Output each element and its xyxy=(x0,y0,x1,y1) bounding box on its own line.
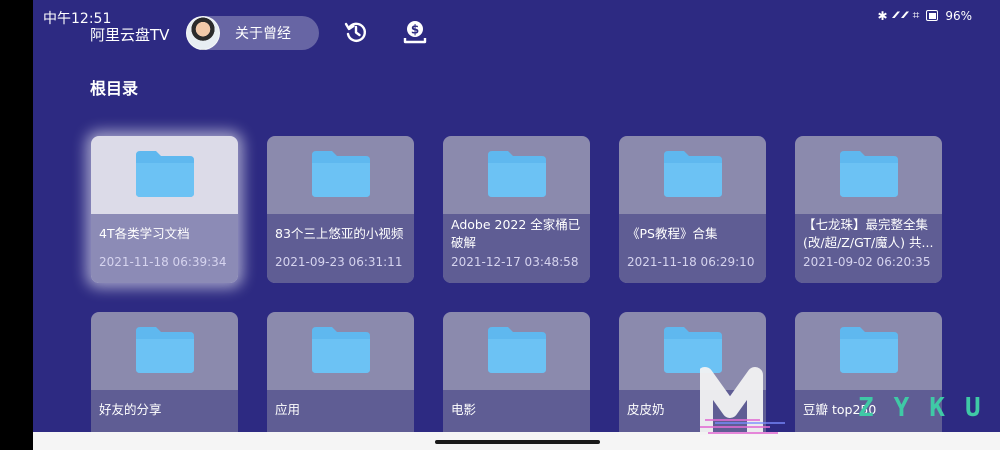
folder-name: 83个三上悠亚的小视频 xyxy=(275,226,404,241)
folder-name: 《PS教程》合集 xyxy=(627,226,718,241)
watermark-text: ZYKU xyxy=(858,393,1000,423)
folder-name: 应用 xyxy=(275,402,301,417)
vibrate-icon: ⌗ xyxy=(912,8,920,22)
folder-icon xyxy=(136,327,194,373)
folder-date: 2021-11-18 06:29:10 xyxy=(627,255,755,269)
folder-card[interactable]: 电影 xyxy=(443,312,590,432)
folder-thumbnail xyxy=(443,136,590,214)
section-title: 根目录 xyxy=(90,79,139,98)
folder-card[interactable]: 4T各类学习文档 2021-11-18 06:39:34 xyxy=(91,136,238,283)
folder-name: 4T各类学习文档 xyxy=(99,226,190,241)
signal-icon: ⁄⁄⁄⁄ xyxy=(894,10,898,21)
folder-thumbnail xyxy=(267,312,414,390)
folder-thumbnail xyxy=(443,312,590,390)
folder-thumbnail xyxy=(795,136,942,214)
folder-card[interactable]: 83个三上悠亚的小视频 2021-09-23 06:31:11 xyxy=(267,136,414,283)
home-indicator[interactable] xyxy=(435,440,600,444)
profile-button[interactable]: 关于曾经 xyxy=(186,16,319,50)
folder-icon xyxy=(488,327,546,373)
folder-info: 4T各类学习文档 2021-11-18 06:39:34 xyxy=(91,214,238,283)
folder-name: 电影 xyxy=(451,402,477,417)
folder-card[interactable]: 【七龙珠】最完整全集(改/超/Z/GT/魔人) 共... 2021-09-02 0… xyxy=(795,136,942,283)
folder-info: 【七龙珠】最完整全集(改/超/Z/GT/魔人) 共... 2021-09-02 0… xyxy=(795,214,942,283)
folder-icon xyxy=(664,151,722,197)
folder-icon xyxy=(136,151,194,197)
download-icon[interactable]: $ xyxy=(402,19,428,45)
folder-thumbnail xyxy=(619,136,766,214)
folder-card[interactable]: 《PS教程》合集 2021-11-18 06:29:10 xyxy=(619,136,766,283)
folder-card[interactable]: 应用 xyxy=(267,312,414,432)
folder-info: 电影 xyxy=(443,390,590,432)
folder-name: Adobe 2022 全家桶已破解 xyxy=(451,217,581,250)
folder-icon xyxy=(840,151,898,197)
folder-card[interactable]: Adobe 2022 全家桶已破解 2021-12-17 03:48:58 xyxy=(443,136,590,283)
status-bar-icons: ✱ ⁄⁄⁄⁄ ⁄⁄⁄⁄ ⌗ 96% xyxy=(877,8,972,23)
battery-percent: 96% xyxy=(945,8,972,23)
folder-date: 2021-11-18 06:39:34 xyxy=(99,255,227,269)
signal-icon-2: ⁄⁄⁄⁄ xyxy=(903,10,907,21)
folder-info: 《PS教程》合集 2021-11-18 06:29:10 xyxy=(619,214,766,283)
folder-icon xyxy=(312,151,370,197)
folder-info: 应用 xyxy=(267,390,414,432)
folder-thumbnail xyxy=(267,136,414,214)
app-title: 阿里云盘TV xyxy=(90,26,170,44)
folder-name: 【七龙珠】最完整全集(改/超/Z/GT/魔人) 共... xyxy=(803,217,934,250)
folder-info: 好友的分享 xyxy=(91,390,238,432)
folder-info: 83个三上悠亚的小视频 2021-09-23 06:31:11 xyxy=(267,214,414,283)
folder-date: 2021-09-23 06:31:11 xyxy=(275,255,403,269)
bluetooth-icon: ✱ xyxy=(877,8,888,23)
history-icon[interactable] xyxy=(343,19,369,45)
folder-icon xyxy=(488,151,546,197)
folder-icon xyxy=(312,327,370,373)
folder-thumbnail xyxy=(91,136,238,214)
folder-card[interactable]: 好友的分享 xyxy=(91,312,238,432)
folder-date: 2021-12-17 03:48:58 xyxy=(451,255,579,269)
profile-name: 关于曾经 xyxy=(235,26,291,42)
folder-thumbnail xyxy=(91,312,238,390)
battery-icon xyxy=(926,10,939,21)
folder-date: 2021-09-02 06:20:35 xyxy=(803,255,931,269)
left-bezel xyxy=(0,0,33,450)
avatar xyxy=(186,16,220,50)
svg-text:$: $ xyxy=(411,23,419,37)
folder-info: Adobe 2022 全家桶已破解 2021-12-17 03:48:58 xyxy=(443,214,590,283)
folder-name: 好友的分享 xyxy=(99,402,162,417)
